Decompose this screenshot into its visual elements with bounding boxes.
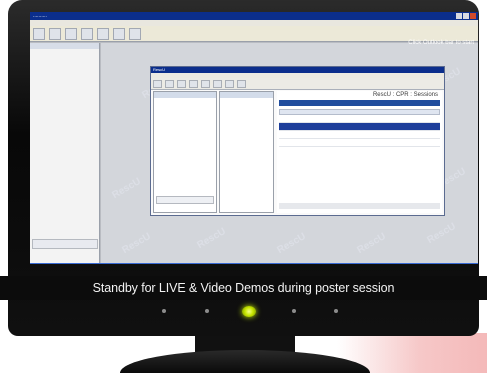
toolbar-button-1[interactable] (33, 28, 45, 40)
app-title: .......... (33, 13, 47, 19)
watermark: RescU (275, 230, 308, 257)
indicator-light (292, 309, 296, 313)
indicator-light (162, 309, 166, 313)
table-row[interactable] (279, 123, 440, 131)
nested-toolbar-button[interactable] (153, 80, 162, 88)
power-light (242, 306, 256, 317)
monitor-scene: .......... Click Outlook bar to start Re… (0, 0, 487, 373)
minimize-icon[interactable] (456, 13, 462, 19)
nested-toolbar-button[interactable] (165, 80, 174, 88)
nested-toolbar (151, 78, 444, 90)
outlook-bar (30, 43, 100, 263)
indicator-light (205, 309, 209, 313)
sessions-pager[interactable] (279, 203, 440, 209)
nested-toolbar-button[interactable] (237, 80, 246, 88)
nested-navigation-header (154, 92, 216, 98)
monitor-screen: .......... Click Outlook bar to start Re… (30, 12, 478, 264)
nested-toolbar-button[interactable] (213, 80, 222, 88)
toolbar-button-6[interactable] (113, 28, 125, 40)
nested-navigation-pane (153, 91, 217, 213)
toolbar-button-3[interactable] (65, 28, 77, 40)
sessions-pane-title: RescU : CPR : Sessions (372, 92, 438, 98)
nested-toolbar-button[interactable] (189, 80, 198, 88)
nested-toolbar-button[interactable] (177, 80, 186, 88)
toolbar-button-2[interactable] (49, 28, 61, 40)
table-row[interactable] (279, 115, 440, 123)
nested-toolbar-button[interactable] (225, 80, 234, 88)
table-row[interactable] (279, 131, 440, 139)
watermark: RescU (355, 230, 388, 257)
nested-folder-pane (219, 91, 274, 213)
window-controls (456, 13, 476, 19)
app-title-bar: .......... (30, 12, 478, 20)
close-icon[interactable] (470, 13, 476, 19)
toolbar-button-4[interactable] (81, 28, 93, 40)
watermark: RescU (110, 175, 143, 202)
monitor-stand-base (120, 350, 370, 373)
poster-caption: Standby for LIVE & Video Demos during po… (0, 276, 487, 300)
nested-toolbar-button[interactable] (201, 80, 210, 88)
sessions-pane: RescU : CPR : Sessions (277, 91, 442, 213)
sessions-search-bar[interactable] (279, 100, 440, 106)
indicator-light (334, 309, 338, 313)
outlook-bar-header (30, 43, 99, 49)
watermark: RescU (120, 230, 153, 257)
nested-app-window: RescU RescU: CPR: Sessions (150, 66, 445, 216)
nested-folder-header (220, 92, 273, 98)
toolbar-button-5[interactable] (97, 28, 109, 40)
watermark: RescU (425, 220, 458, 247)
nested-navigation-button[interactable] (156, 196, 214, 204)
taskbar (30, 263, 478, 264)
maximize-icon[interactable] (463, 13, 469, 19)
watermark: RescU (195, 225, 228, 252)
toolbar-button-7[interactable] (129, 28, 141, 40)
outlook-bar-bottom-button[interactable] (32, 239, 98, 249)
table-row[interactable] (279, 139, 440, 147)
outlook-bar-hint: Click Outlook bar to start (408, 40, 474, 46)
